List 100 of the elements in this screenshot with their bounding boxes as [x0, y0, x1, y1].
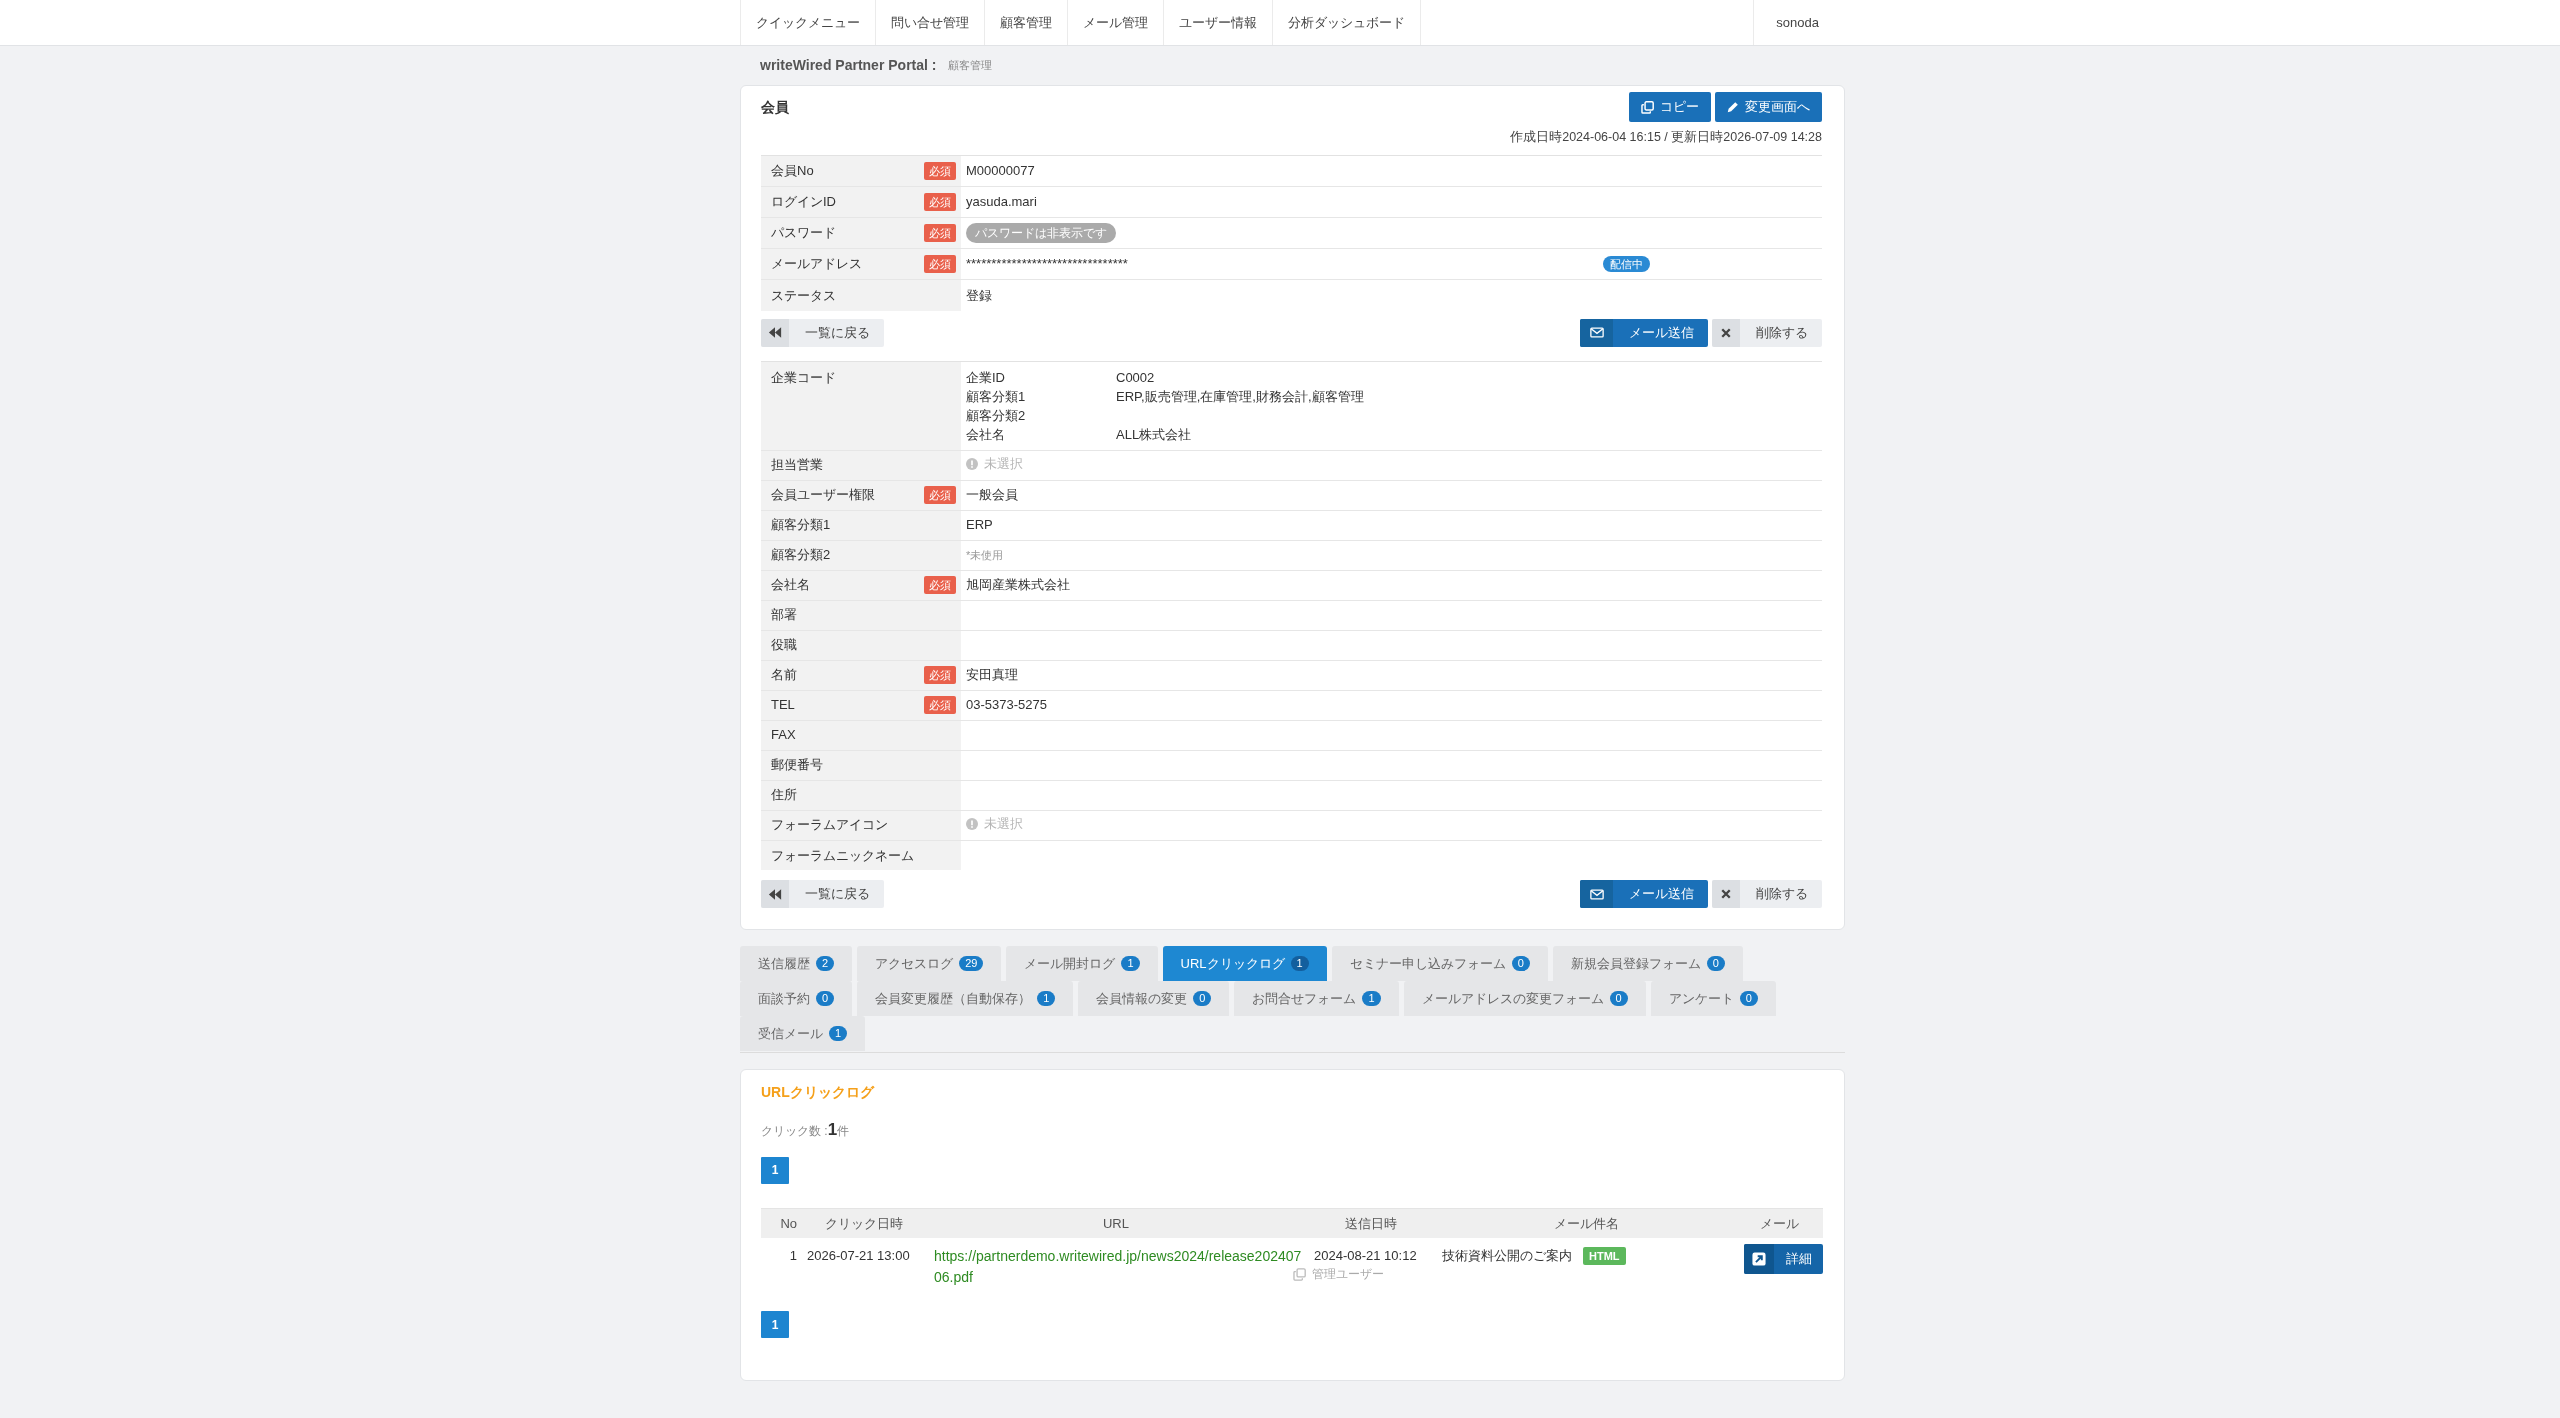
column-header: URL: [926, 1208, 1306, 1238]
rewind-icon: [761, 318, 789, 347]
count-badge: 2: [816, 956, 835, 971]
count-badge: 0: [1193, 991, 1212, 1006]
tab[interactable]: 会員変更履歴（自動保存） 1: [857, 981, 1074, 1016]
exclamation-icon: [966, 458, 978, 471]
field-label: メールアドレス: [771, 255, 862, 274]
sender-text: 管理ユーザー: [1312, 1266, 1384, 1282]
field-label: 名前: [771, 666, 797, 685]
count-badge: 0: [1739, 991, 1758, 1006]
detail-label: 企業ID: [966, 368, 1006, 387]
tab[interactable]: アクセスログ 29: [857, 946, 1002, 981]
user-menu[interactable]: sonoda: [1753, 0, 1845, 45]
count-badge: 1: [1290, 956, 1309, 971]
page-button[interactable]: 1: [761, 1311, 789, 1338]
count-badge: 1: [829, 1026, 848, 1041]
required-badge: 必須: [924, 255, 956, 273]
copy-button[interactable]: コピー: [1629, 92, 1711, 122]
tab[interactable]: URLクリックログ 1: [1162, 946, 1327, 981]
required-badge: 必須: [924, 193, 956, 211]
sent-date: 2024-08-21 10:12: [1314, 1247, 1418, 1265]
column-header: メール件名: [1436, 1208, 1736, 1238]
back-button[interactable]: 一覧に戻る: [761, 318, 884, 347]
arrow-box-icon: [1744, 1244, 1774, 1274]
field-label: TEL: [771, 696, 795, 715]
tab[interactable]: 会員情報の変更 0: [1078, 981, 1230, 1016]
field-label: 会社名: [771, 576, 810, 595]
field-label: 企業コード: [771, 368, 836, 387]
tab[interactable]: セミナー申し込みフォーム 0: [1331, 946, 1548, 981]
field-label: 顧客分類2: [771, 546, 831, 565]
copy-icon: [1293, 1267, 1306, 1281]
tab[interactable]: メールアドレスの変更フォーム 0: [1403, 981, 1646, 1016]
back-button[interactable]: 一覧に戻る: [761, 880, 884, 908]
field-label: FAX: [771, 726, 796, 745]
field-label: 会員No: [771, 162, 814, 181]
detail-label: 顧客分類1: [966, 387, 1027, 406]
field-label: パスワード: [771, 224, 836, 243]
required-badge: 必須: [924, 576, 956, 594]
detail-button[interactable]: 詳細: [1744, 1244, 1823, 1274]
field-value: 登録: [966, 287, 992, 303]
nav-link[interactable]: ユーザー情報: [1164, 0, 1273, 45]
tab[interactable]: 受信メール 1: [740, 1016, 866, 1051]
field-value: M00000077: [966, 163, 1035, 179]
nav-link[interactable]: メール管理: [1068, 0, 1164, 45]
count-badge: 0: [1609, 991, 1628, 1006]
field-label: 担当営業: [771, 456, 823, 475]
page-button[interactable]: 1: [761, 1156, 789, 1184]
field-value: ERP: [966, 517, 993, 533]
edit-button[interactable]: 変更画面へ: [1715, 92, 1822, 122]
tab[interactable]: アンケート 0: [1650, 981, 1776, 1016]
timestamp-text: 作成日時2024-06-04 16:15 / 更新日時2026-07-09 14:28: [1509, 129, 1822, 146]
count-badge: 1: [1121, 956, 1140, 971]
envelope-icon: [1580, 880, 1613, 908]
section-title: 会員: [761, 97, 789, 117]
close-icon: [1712, 318, 1740, 347]
field-value: 旭岡産業株式会社: [966, 577, 1070, 593]
field-label: 会員ユーザー権限: [771, 486, 875, 505]
count-badge: 1: [1037, 991, 1056, 1006]
detail-value: ALL株式会社: [1116, 425, 1193, 444]
delivery-badge: 配信中: [1603, 256, 1650, 273]
count-badge: 29: [959, 956, 984, 971]
tab[interactable]: メール開封ログ 1: [1006, 946, 1158, 981]
nav-link[interactable]: 顧客管理: [985, 0, 1068, 45]
field-label: 部署: [771, 606, 797, 625]
url-link[interactable]: https://partnerdemo.writewired.jp/news2024/release20240706.pdf: [934, 1246, 1304, 1288]
send-mail-button[interactable]: メール送信: [1580, 880, 1708, 908]
envelope-icon: [1580, 318, 1613, 347]
rewind-icon: [761, 880, 789, 908]
format-badge: HTML: [1583, 1246, 1626, 1265]
required-badge: 必須: [924, 224, 956, 242]
table-cell: 1: [761, 1238, 801, 1298]
tab[interactable]: 面談予約 0: [740, 981, 853, 1016]
count-badge: 0: [1706, 956, 1725, 971]
tab[interactable]: 新規会員登録フォーム 0: [1552, 946, 1743, 981]
note-text: *未使用: [966, 549, 1004, 562]
count-badge: 0: [816, 991, 835, 1006]
detail-value: ERP,販売管理,在庫管理,財務会計,顧客管理: [1116, 387, 1365, 406]
nav-link[interactable]: 分析ダッシュボード: [1273, 0, 1421, 45]
field-label: 住所: [771, 786, 797, 805]
tab[interactable]: 送信履歴 2: [740, 946, 853, 981]
field-label: 顧客分類1: [771, 516, 831, 535]
section-title: URLクリックログ: [761, 1083, 876, 1102]
column-header: メール: [1736, 1208, 1823, 1238]
nav-link[interactable]: クイックメニュー: [740, 0, 876, 45]
count-badge: 1: [1362, 991, 1381, 1006]
field-label: 役職: [771, 636, 797, 655]
delete-button[interactable]: 削除する: [1712, 880, 1822, 908]
field-value: ********************************: [966, 255, 1129, 274]
password-notice: パスワードは非表示です: [966, 223, 1116, 243]
send-mail-button[interactable]: メール送信: [1580, 318, 1708, 347]
column-header: No: [761, 1208, 801, 1238]
tab[interactable]: お問合せフォーム 1: [1234, 981, 1399, 1016]
column-header: 送信日時: [1306, 1208, 1436, 1238]
field-label: フォーラムニックネーム: [771, 846, 914, 865]
detail-label: 顧客分類2: [966, 406, 1027, 425]
count-badge: 0: [1511, 956, 1530, 971]
nav-link[interactable]: 問い合せ管理: [876, 0, 985, 45]
delete-button[interactable]: 削除する: [1712, 318, 1822, 347]
required-badge: 必須: [924, 486, 956, 504]
required-badge: 必須: [924, 696, 956, 714]
